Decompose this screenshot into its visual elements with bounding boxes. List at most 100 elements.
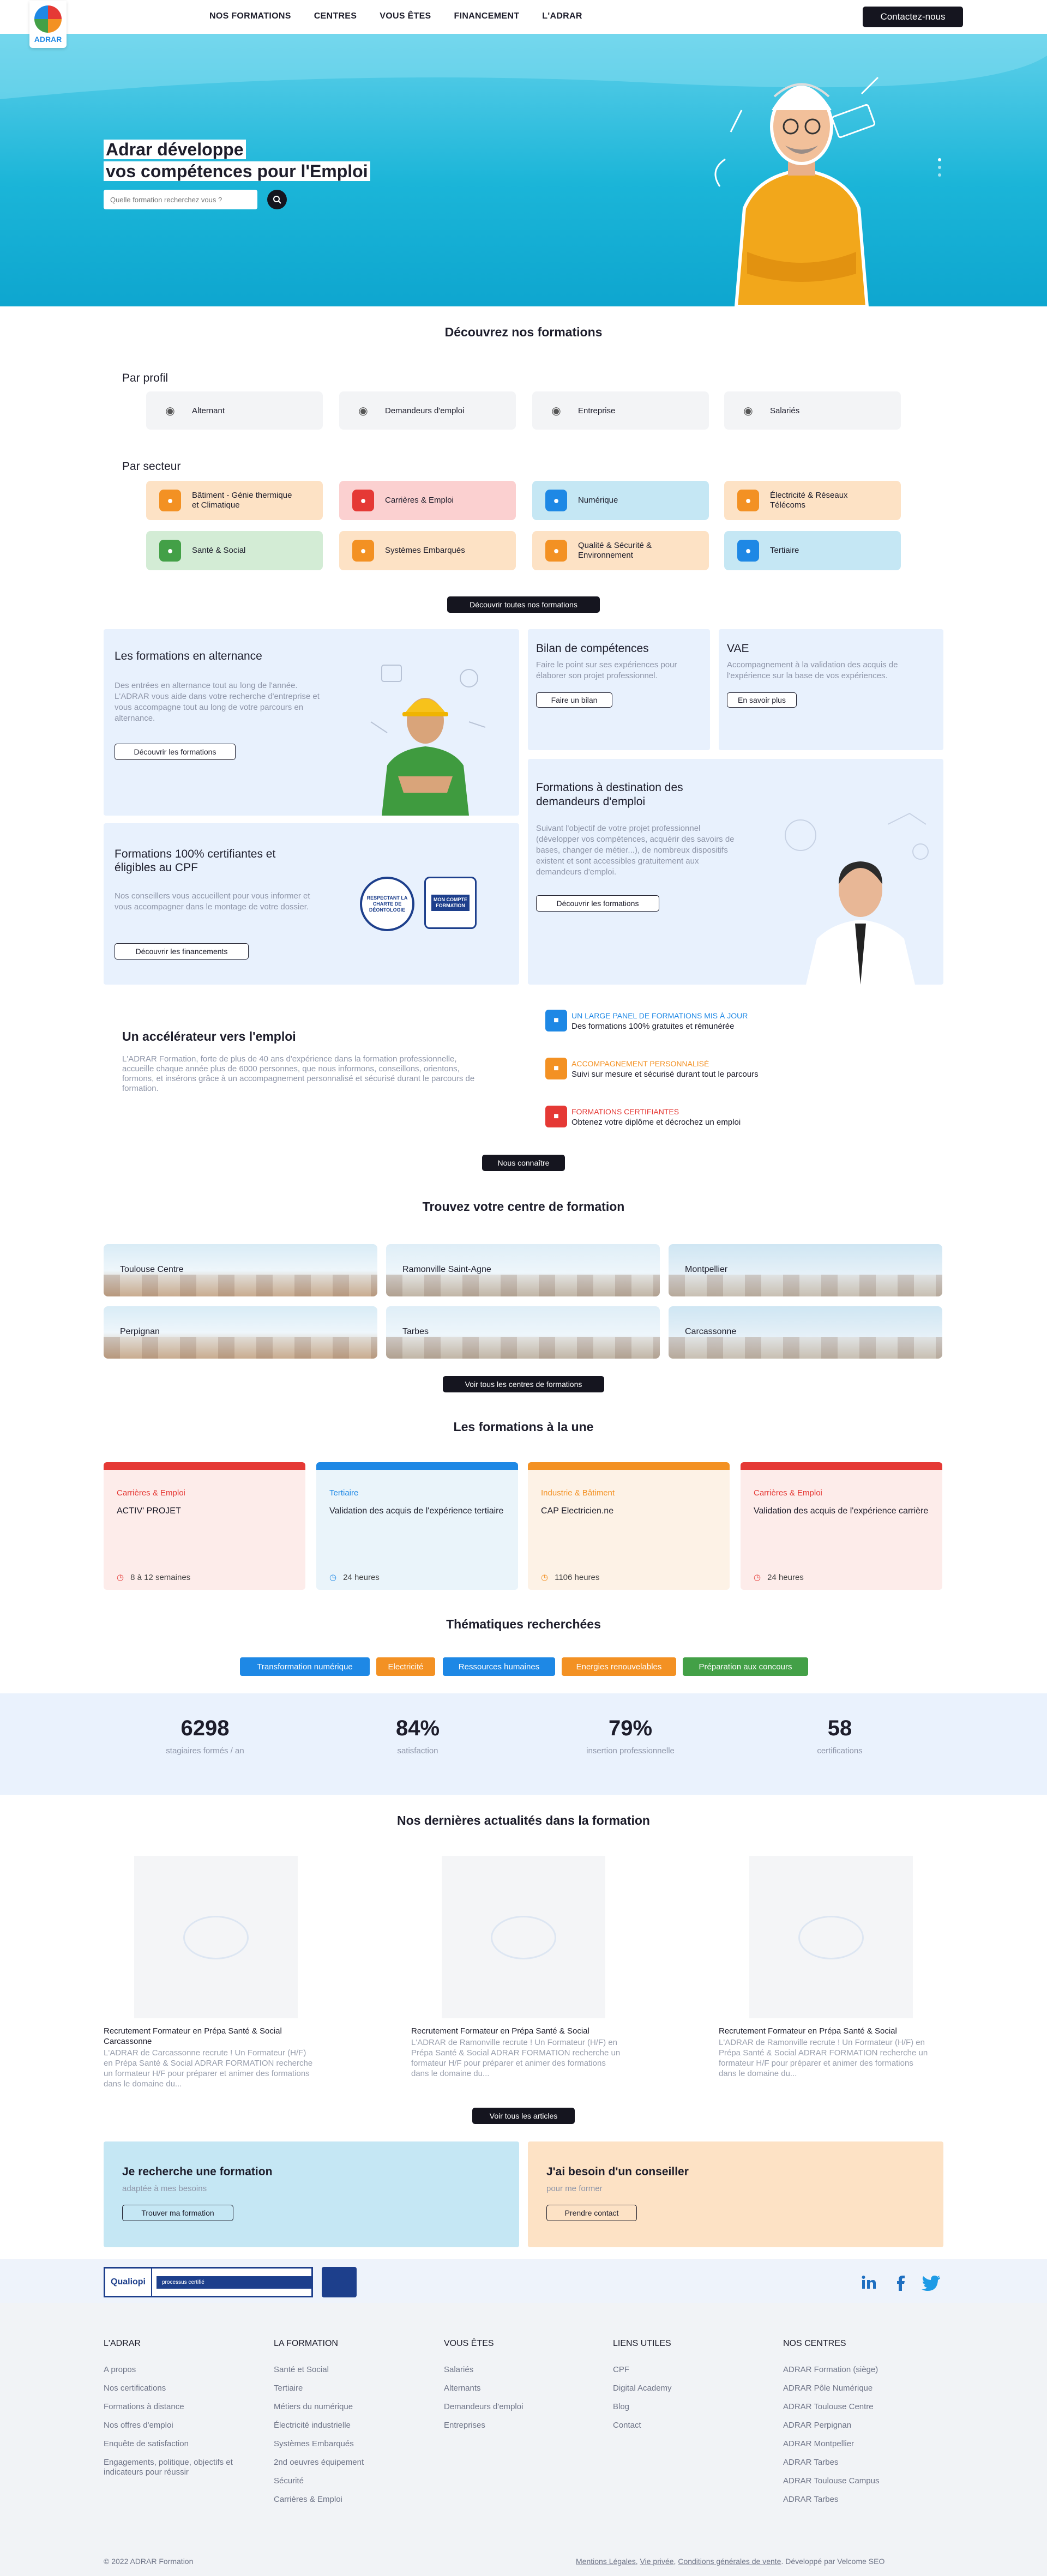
- cta-advisor-button[interactable]: Prendre contact: [546, 2205, 637, 2221]
- news-article[interactable]: Recrutement Formateur en Prépa Santé & S…: [411, 1856, 624, 2079]
- footer-link[interactable]: ADRAR Formation (siège): [783, 2361, 925, 2379]
- sector-tertiaire[interactable]: ● Tertiaire: [724, 531, 901, 570]
- footer-link[interactable]: ADRAR Toulouse Centre: [783, 2398, 925, 2416]
- footer-link[interactable]: ADRAR Pôle Numérique: [783, 2379, 925, 2398]
- footer-link[interactable]: Entreprises: [444, 2416, 586, 2435]
- sector-sante-social[interactable]: ● Santé & Social: [146, 531, 323, 570]
- theme-transformation-numerique[interactable]: Transformation numérique: [240, 1657, 370, 1676]
- hero-pagination[interactable]: [938, 158, 941, 177]
- all-formations-button[interactable]: Découvrir toutes nos formations: [447, 596, 600, 613]
- nav-vous-etes[interactable]: VOUS ÊTES: [380, 11, 431, 21]
- contact-button[interactable]: Contactez-nous: [863, 7, 963, 27]
- stat-label: certifications: [817, 1746, 863, 1755]
- nav-financement[interactable]: FINANCEMENT: [454, 11, 520, 21]
- stat-label: stagiaires formés / an: [166, 1746, 244, 1755]
- nav-adrar[interactable]: L'ADRAR: [542, 11, 582, 21]
- facebook-icon[interactable]: [894, 2275, 907, 2291]
- footer-link[interactable]: Blog: [613, 2398, 755, 2416]
- footer-link[interactable]: ADRAR Toulouse Campus: [783, 2472, 925, 2490]
- linkedin-icon[interactable]: [861, 2275, 877, 2291]
- centre-ramonville-saint-agne[interactable]: Ramonville Saint-Agne: [386, 1244, 660, 1296]
- briefcase-icon: ●: [352, 490, 374, 511]
- sector-qualite-securite-environnement[interactable]: ● Qualité & Sécurité & Environnement: [532, 531, 709, 570]
- partner-badge[interactable]: [322, 2267, 357, 2297]
- centres-title: Trouvez votre centre de formation: [422, 1199, 625, 1214]
- footer-link[interactable]: Électricité industrielle: [274, 2416, 416, 2435]
- nav-centres[interactable]: CENTRES: [314, 11, 357, 21]
- hero-search-button[interactable]: [267, 190, 287, 209]
- featured-card[interactable]: Carrières & Emploi Validation des acquis …: [741, 1462, 942, 1590]
- twitter-icon[interactable]: [922, 2276, 940, 2291]
- footer-link[interactable]: Tertiaire: [274, 2379, 416, 2398]
- sector-batiment-genie-thermique-et-climatique[interactable]: ● Bâtiment - Génie thermique et Climatiqu…: [146, 481, 323, 520]
- theme-preparation-aux-concours[interactable]: Préparation aux concours: [683, 1657, 808, 1676]
- centre-perpignan[interactable]: Perpignan: [104, 1306, 377, 1359]
- news-article[interactable]: Recrutement Formateur en Prépa Santé & S…: [104, 1856, 316, 2089]
- theme-energies-renouvelables[interactable]: Energies renouvelables: [562, 1657, 676, 1676]
- centre-toulouse-centre[interactable]: Toulouse Centre: [104, 1244, 377, 1296]
- footer-link[interactable]: Métiers du numérique: [274, 2398, 416, 2416]
- about-button[interactable]: Nous connaître: [482, 1155, 565, 1171]
- footer-link[interactable]: ADRAR Perpignan: [783, 2416, 925, 2435]
- cpf-badge-deontologie: RESPECTANT LA CHARTE DE DÉONTOLOGIE: [360, 877, 414, 931]
- footer-link[interactable]: Nos offres d'emploi: [104, 2416, 245, 2435]
- profile-alternant[interactable]: ◉ Alternant: [146, 391, 323, 430]
- nav-nos-formations[interactable]: NOS FORMATIONS: [209, 11, 291, 21]
- footer-link[interactable]: Engagements, politique, objectifs et ind…: [104, 2458, 245, 2477]
- profile-entreprise[interactable]: ◉ Entreprise: [532, 391, 709, 430]
- sector-numerique[interactable]: ● Numérique: [532, 481, 709, 520]
- certificate-icon: ■: [545, 1106, 567, 1127]
- profile-salaries[interactable]: ◉ Salariés: [724, 391, 901, 430]
- cta-search-button[interactable]: Trouver ma formation: [122, 2205, 233, 2221]
- vae-button[interactable]: En savoir plus: [727, 692, 797, 708]
- qualiopi-logo[interactable]: Qualiopi processus certifié: [104, 2267, 313, 2297]
- alternance-button[interactable]: Découvrir les formations: [115, 744, 236, 760]
- footer-link[interactable]: Enquête de satisfaction: [104, 2435, 245, 2453]
- all-articles-button[interactable]: Voir tous les articles: [472, 2108, 575, 2124]
- cgv-link[interactable]: Conditions générales de vente: [678, 2557, 781, 2566]
- footer-link[interactable]: A propos: [104, 2361, 245, 2379]
- footer-link[interactable]: Alternants: [444, 2379, 586, 2398]
- sector-electricite-reseaux-telecoms[interactable]: ● Électricité & Réseaux Télécoms: [724, 481, 901, 520]
- profile-demandeurs-d-emploi[interactable]: ◉ Demandeurs d'emploi: [339, 391, 516, 430]
- footer-link[interactable]: Demandeurs d'emploi: [444, 2398, 586, 2416]
- bolt-icon: ●: [737, 490, 759, 511]
- footer-link[interactable]: 2nd oeuvres équipement: [274, 2453, 416, 2472]
- centre-tarbes[interactable]: Tarbes: [386, 1306, 660, 1359]
- footer-link[interactable]: ADRAR Montpellier: [783, 2435, 925, 2453]
- footer-link[interactable]: Digital Academy: [613, 2379, 755, 2398]
- sector-carrieres-emploi[interactable]: ● Carrières & Emploi: [339, 481, 516, 520]
- footer-link[interactable]: Nos certifications: [104, 2379, 245, 2398]
- featured-card[interactable]: Carrières & Emploi ACTIV' PROJET ◷ 8 à 12 s…: [104, 1462, 305, 1590]
- legal-mentions-link[interactable]: Mentions Légales: [576, 2557, 636, 2566]
- featured-card[interactable]: Tertiaire Validation des acquis de l'expé…: [316, 1462, 518, 1590]
- theme-electricite[interactable]: Electricité: [376, 1657, 435, 1676]
- theme-ressources-humaines[interactable]: Ressources humaines: [443, 1657, 555, 1676]
- footer-link[interactable]: ADRAR Tarbes: [783, 2453, 925, 2472]
- footer-link[interactable]: Systèmes Embarqués: [274, 2435, 416, 2453]
- adrar-logo[interactable]: ADRAR: [29, 1, 67, 48]
- hero-banner: Adrar développe vos compétences pour l'E…: [0, 34, 1047, 306]
- featured-card[interactable]: Industrie & Bâtiment CAP Electricien.ne ◷ 1…: [528, 1462, 730, 1590]
- qualiopi-name: Qualiopi: [105, 2269, 152, 2296]
- centre-carcassonne[interactable]: Carcassonne: [669, 1306, 942, 1359]
- news-article[interactable]: Recrutement Formateur en Prépa Santé & S…: [719, 1856, 931, 2079]
- footer-link[interactable]: Santé et Social: [274, 2361, 416, 2379]
- footer-link[interactable]: Contact: [613, 2416, 755, 2435]
- cpf-button[interactable]: Découvrir les financements: [115, 943, 249, 960]
- footer-link[interactable]: Formations à distance: [104, 2398, 245, 2416]
- privacy-link[interactable]: Vie privée: [640, 2557, 674, 2566]
- footer-link[interactable]: Sécurité: [274, 2472, 416, 2490]
- sector-systemes-embarques[interactable]: ● Systèmes Embarqués: [339, 531, 516, 570]
- footer-link[interactable]: ADRAR Tarbes: [783, 2490, 925, 2509]
- bilan-button[interactable]: Faire un bilan: [536, 692, 612, 708]
- hero-search-input[interactable]: [104, 190, 257, 209]
- all-centres-button[interactable]: Voir tous les centres de formations: [443, 1376, 604, 1392]
- footer-link[interactable]: CPF: [613, 2361, 755, 2379]
- footer-link[interactable]: Salariés: [444, 2361, 586, 2379]
- demandeurs-button[interactable]: Découvrir les formations: [536, 895, 659, 912]
- sector-label: Bâtiment - Génie thermique et Climatique: [192, 491, 292, 510]
- discover-title: Découvrez nos formations: [444, 325, 603, 339]
- footer-link[interactable]: Carrières & Emploi: [274, 2490, 416, 2509]
- centre-montpellier[interactable]: Montpellier: [669, 1244, 942, 1296]
